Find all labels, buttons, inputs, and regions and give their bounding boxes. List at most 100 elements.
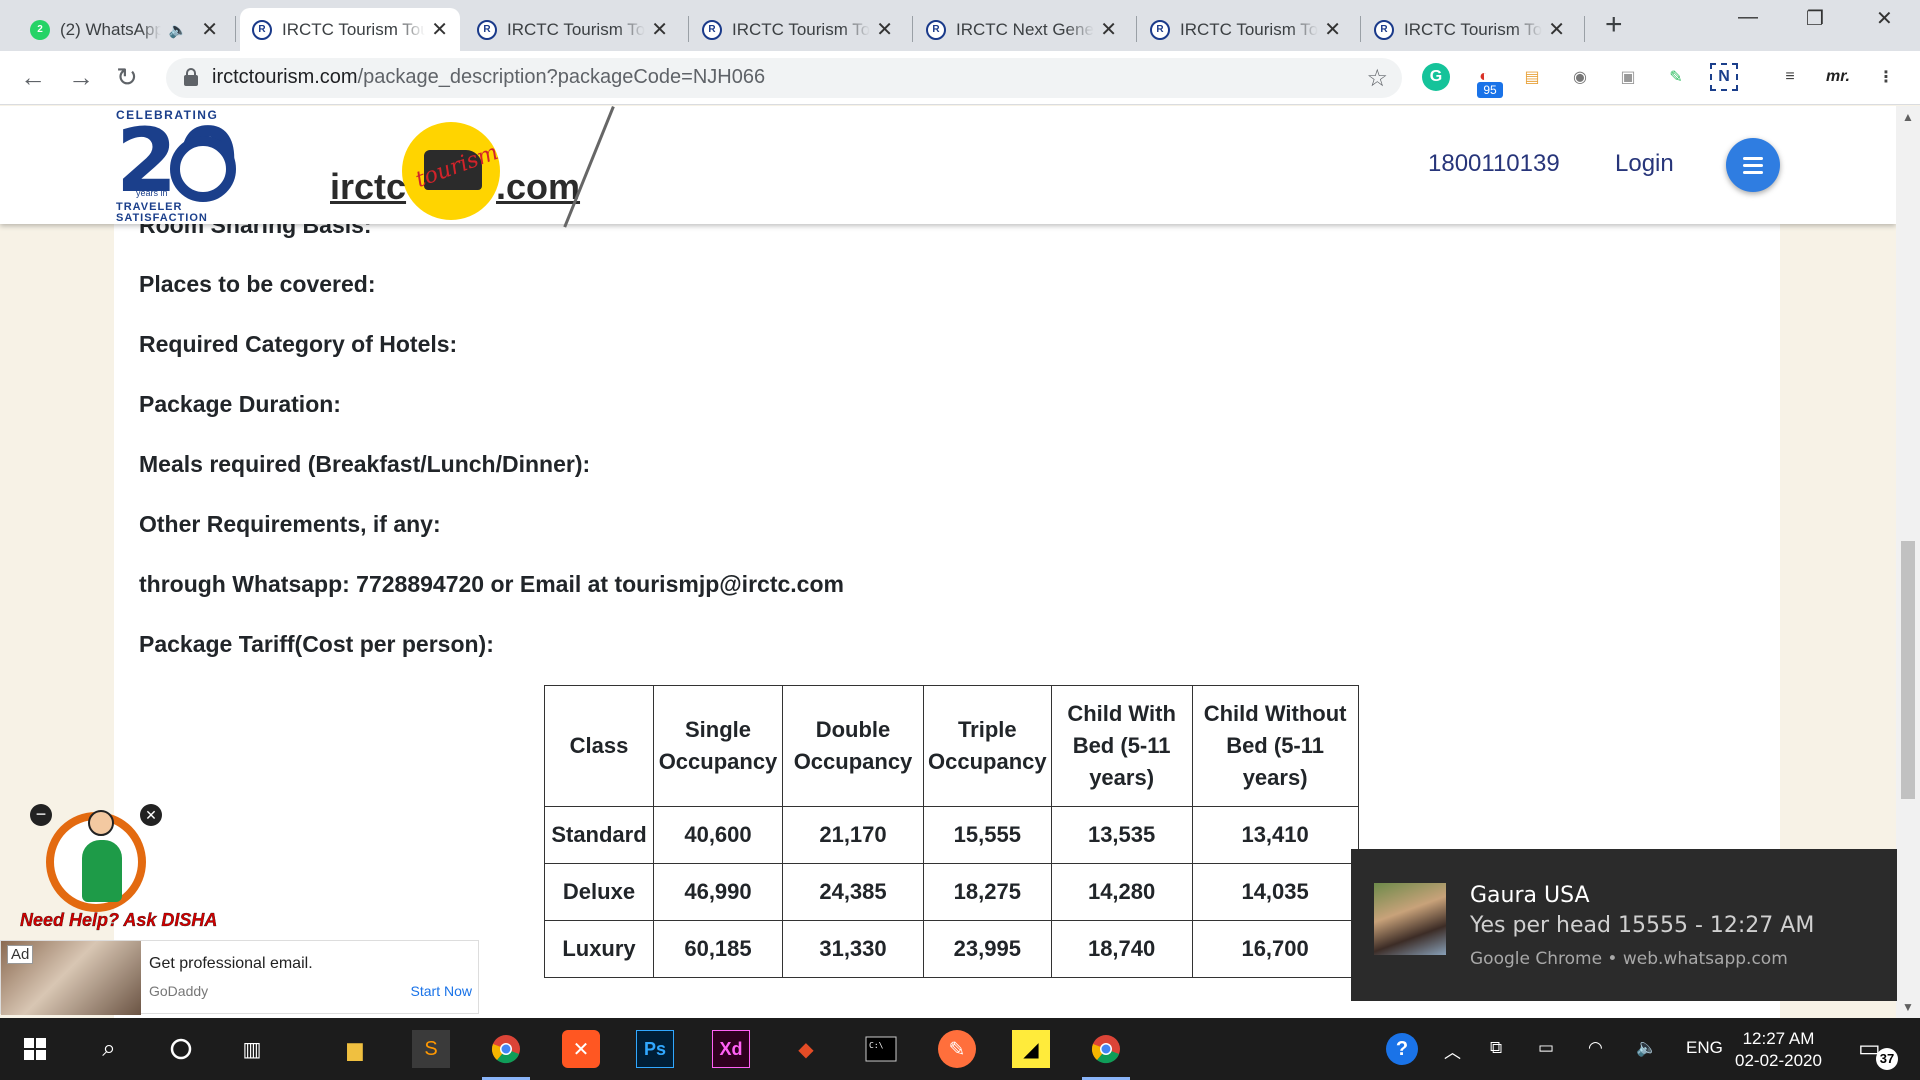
sticky-notes-icon[interactable]: ◢ <box>1012 1030 1050 1068</box>
reload-icon[interactable]: ↻ <box>116 62 138 92</box>
table-row: Deluxe 46,990 24,385 18,275 14,280 14,03… <box>544 863 1359 921</box>
volume-icon[interactable]: 🔈 <box>1636 1038 1657 1058</box>
adobe-xd-icon[interactable]: Xd <box>712 1030 750 1068</box>
table-header-row: Class Single Occupancy Double Occupancy … <box>544 685 1359 807</box>
cell: 14,035 <box>1191 863 1359 921</box>
hamburger-menu-button[interactable] <box>1726 138 1780 192</box>
battery-icon[interactable]: ▭ <box>1538 1038 1554 1058</box>
extension-mr-icon[interactable]: mr. <box>1824 63 1852 91</box>
disha-chat-widget[interactable]: − ✕ Need Help? Ask DISHA <box>20 800 230 935</box>
action-center-icon[interactable]: ▭ 37 <box>1858 1034 1898 1070</box>
detail-places: Places to be covered: <box>139 271 376 297</box>
minimize-icon[interactable]: − <box>30 804 52 826</box>
close-tab-icon[interactable]: ✕ <box>1324 20 1341 40</box>
file-explorer-icon[interactable]: ▆ <box>336 1030 374 1068</box>
playlist-icon[interactable]: ≡ <box>1776 63 1804 91</box>
disha-help-label[interactable]: Need Help? Ask DISHA <box>20 910 218 931</box>
git-icon[interactable]: ◆ <box>787 1030 825 1068</box>
tab-irctc-2[interactable]: R IRCTC Tourism Tourism ✕ <box>465 8 680 51</box>
chrome-2-icon[interactable] <box>1082 1030 1130 1080</box>
language-indicator[interactable]: ENG <box>1686 1038 1723 1058</box>
ad-cta-link[interactable]: Start Now <box>411 983 472 999</box>
speaker-icon[interactable]: 🔈 <box>169 21 188 39</box>
close-tab-icon[interactable]: ✕ <box>201 20 218 40</box>
scroll-down-icon[interactable]: ▼ <box>1902 1000 1914 1014</box>
cortana-icon[interactable] <box>162 1030 200 1068</box>
scroll-thumb[interactable] <box>1901 541 1915 799</box>
tab-title: IRCTC Next Generation <box>956 19 1094 39</box>
login-link[interactable]: Login <box>1615 150 1674 178</box>
cell: 15,555 <box>923 806 1052 864</box>
bookmark-star-icon[interactable]: ☆ <box>1366 64 1388 93</box>
chrome-icon[interactable] <box>482 1030 530 1080</box>
cell: 46,990 <box>653 863 783 921</box>
ad-label: Ad <box>7 945 34 964</box>
browser-toolbar: ← → ↻ irctctourism.com/package_descripti… <box>0 51 1920 105</box>
show-hidden-icons[interactable]: ︿ <box>1444 1038 1461 1063</box>
puzzle-extension-icon[interactable]: ▣ <box>1614 63 1642 91</box>
notification-count: 37 <box>1876 1048 1898 1070</box>
restore-icon[interactable]: ❐ <box>1806 6 1824 31</box>
tab-irctc-next-gen[interactable]: R IRCTC Next Generation ✕ <box>914 8 1129 51</box>
sublime-text-icon[interactable]: S <box>412 1030 450 1068</box>
close-icon[interactable]: ✕ <box>140 804 162 826</box>
xampp-icon[interactable]: ✕ <box>562 1030 600 1068</box>
tray-app-icon[interactable]: ⧉ <box>1490 1038 1502 1058</box>
close-tab-icon[interactable]: ✕ <box>876 20 893 40</box>
cell: 18,275 <box>923 863 1052 921</box>
windows-start-icon[interactable] <box>16 1030 54 1068</box>
advertisement[interactable]: Ad Get professional email. GoDaddy Start… <box>0 940 479 1015</box>
tab-irctc-active[interactable]: R IRCTC Tourism Tourism ✕ <box>240 8 460 51</box>
cell: 16,700 <box>1191 920 1359 978</box>
address-bar[interactable]: irctctourism.com/package_description?pac… <box>166 58 1402 98</box>
cell: Deluxe <box>544 863 654 921</box>
cell: 60,185 <box>653 920 783 978</box>
lock-icon[interactable] <box>184 68 198 86</box>
close-window-icon[interactable]: ✕ <box>1876 6 1893 31</box>
new-tab-button[interactable]: + <box>1605 9 1623 41</box>
page-scrollbar[interactable]: ▲ ▼ <box>1896 106 1920 1018</box>
whatsapp-icon: 2 <box>30 19 50 40</box>
cell: 31,330 <box>782 920 924 978</box>
camera-icon[interactable]: ◉ <box>1566 63 1594 91</box>
back-icon[interactable]: ← <box>20 62 46 92</box>
tab-title: IRCTC Tourism Tourism <box>1180 19 1319 39</box>
photoshop-icon[interactable]: Ps <box>636 1030 674 1068</box>
forward-icon[interactable]: → <box>68 62 94 92</box>
close-tab-icon[interactable]: ✕ <box>1100 20 1117 40</box>
chrome-menu-icon[interactable]: ⋮ <box>1872 63 1900 91</box>
cell: 40,600 <box>653 806 783 864</box>
irctc-tourism-logo[interactable]: irctc tourism .com <box>328 116 588 220</box>
grammarly-icon[interactable]: G <box>1422 63 1450 91</box>
search-icon[interactable]: ⌕ <box>90 1030 128 1068</box>
close-tab-icon[interactable]: ✕ <box>431 20 448 40</box>
irctc-icon: R <box>477 19 497 40</box>
close-tab-icon[interactable]: ✕ <box>1548 20 1565 40</box>
system-clock[interactable]: 12:27 AM 02-02-2020 <box>1735 1028 1822 1072</box>
tab-irctc-5[interactable]: R IRCTC Tourism Tourism ✕ <box>1138 8 1353 51</box>
scroll-up-icon[interactable]: ▲ <box>1902 110 1914 124</box>
tab-title: IRCTC Tourism Tourism <box>507 19 646 39</box>
tab-whatsapp[interactable]: 2 (2) WhatsApp 🔈 ✕ <box>18 8 230 51</box>
notification-toast[interactable]: Gaura USA Yes per head 15555 - 12:27 AM … <box>1351 849 1897 1001</box>
evernote-icon[interactable]: ✎ <box>1662 63 1690 91</box>
ad-headline[interactable]: Get professional email. <box>149 955 313 973</box>
tab-irctc-3[interactable]: R IRCTC Tourism Tourism ✕ <box>690 8 905 51</box>
postman-icon[interactable]: ✎ <box>938 1030 976 1068</box>
help-tray-icon[interactable]: ? <box>1386 1033 1418 1065</box>
notification-sender: Gaura USA <box>1470 883 1590 908</box>
wifi-icon[interactable]: ◠ <box>1588 1038 1603 1058</box>
tab-irctc-6[interactable]: R IRCTC Tourism Tourism ✕ <box>1362 8 1577 51</box>
terminal-icon[interactable]: C:\ <box>862 1030 900 1068</box>
close-tab-icon[interactable]: ✕ <box>651 20 668 40</box>
tab-title: IRCTC Tourism Tourism <box>732 19 871 39</box>
sender-avatar <box>1374 883 1446 955</box>
helpline-number[interactable]: 1800110139 <box>1428 150 1560 178</box>
calendar-extension-icon[interactable]: ▤ <box>1518 63 1546 91</box>
notion-like-icon[interactable]: N <box>1710 63 1738 91</box>
url-text[interactable]: irctctourism.com/package_description?pac… <box>212 66 765 89</box>
irctc-icon: R <box>252 19 272 40</box>
task-view-icon[interactable]: ▥ <box>233 1030 271 1068</box>
site-header: CELEBRATING 20 years in TRAVELERSATISFAC… <box>0 106 1896 228</box>
minimize-icon[interactable]: — <box>1738 6 1758 29</box>
